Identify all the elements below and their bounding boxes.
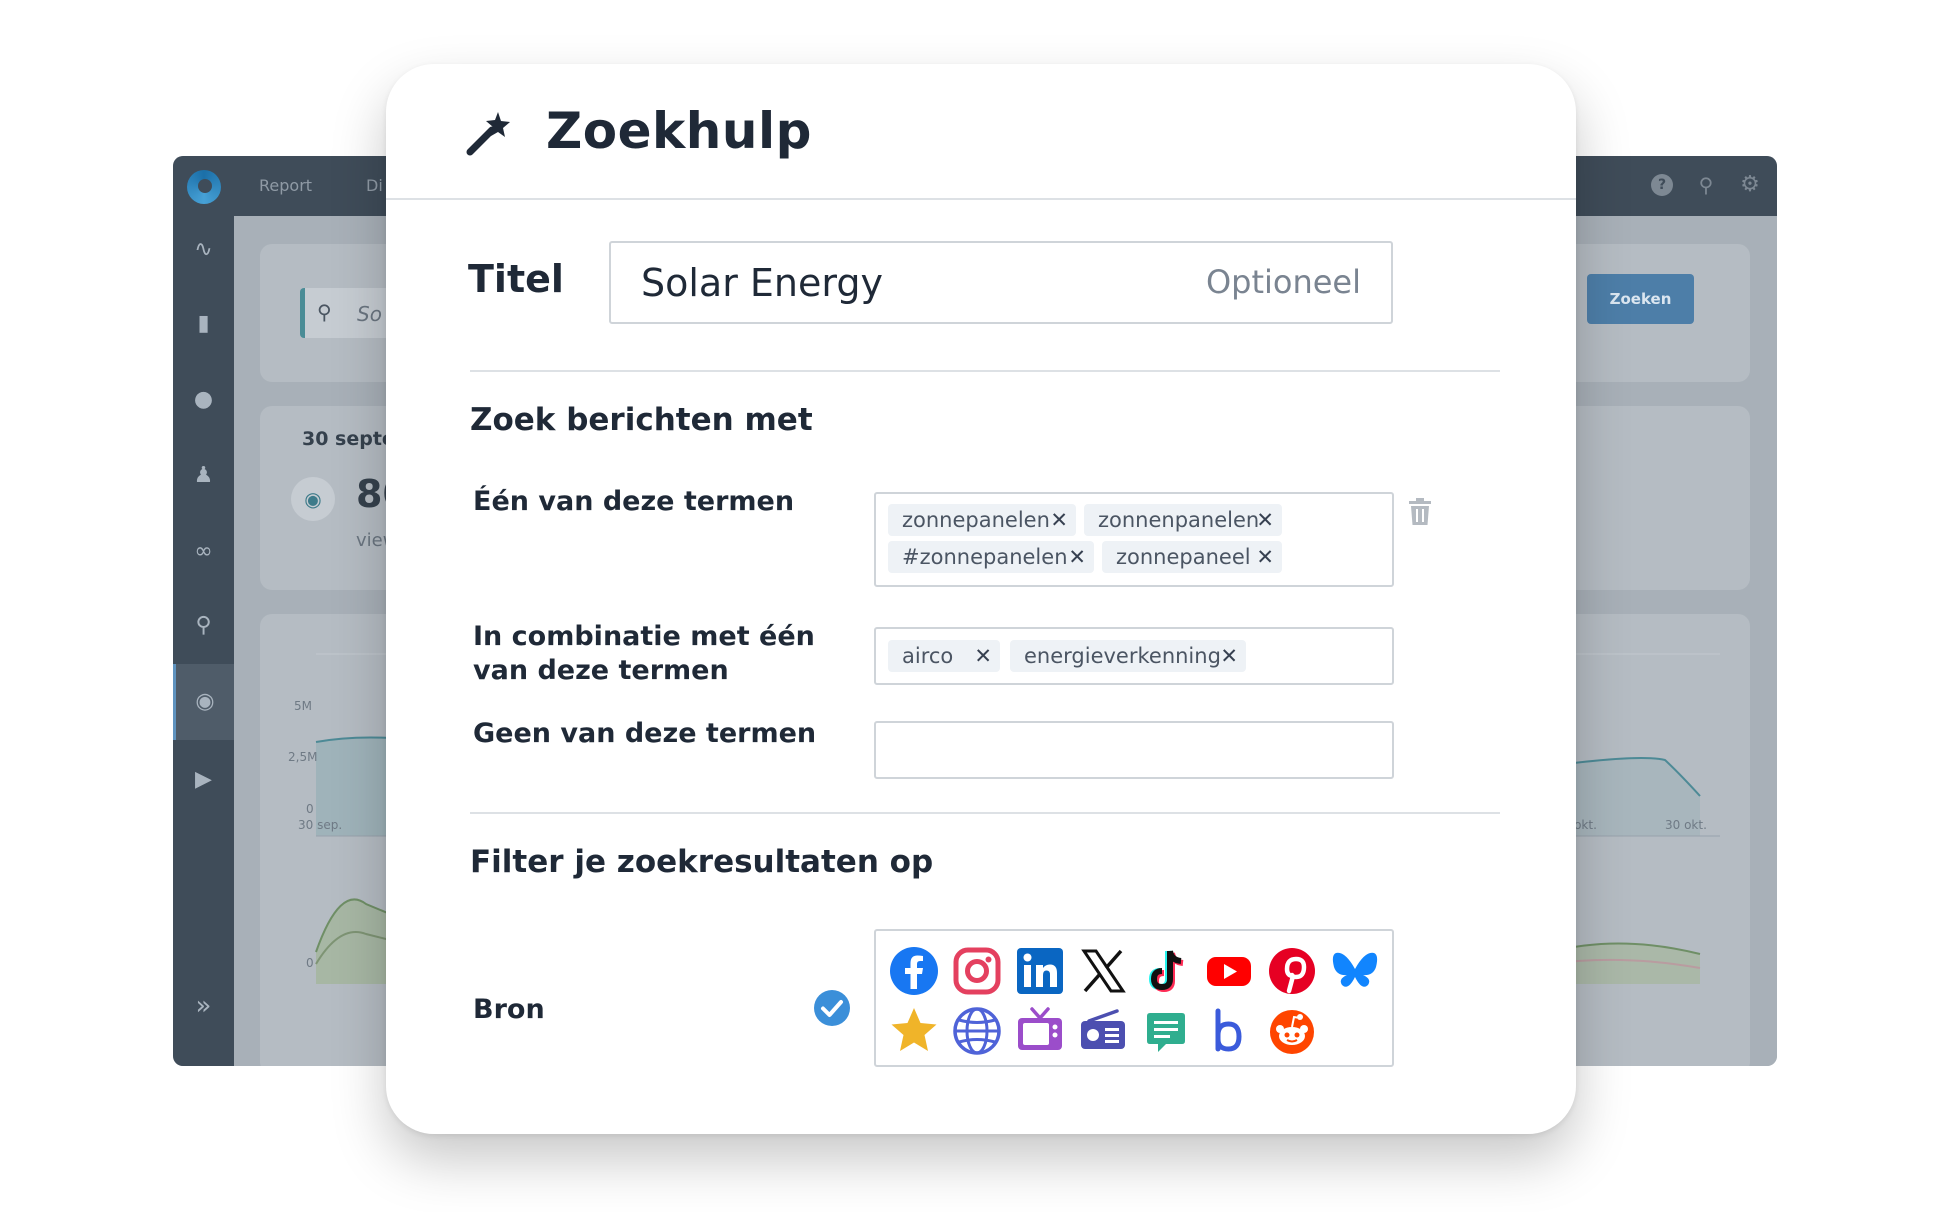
remove-tag-icon[interactable]: ✕ bbox=[1256, 504, 1274, 536]
source-selector bbox=[874, 929, 1394, 1067]
x-icon[interactable] bbox=[1077, 945, 1129, 997]
term-tag-label: zonnepanelen bbox=[902, 508, 1050, 532]
location-icon[interactable]: ⚲ bbox=[173, 606, 234, 646]
x-tick: 30 sep. bbox=[298, 818, 343, 832]
term-tag: airco ✕ bbox=[888, 640, 1000, 672]
help-icon[interactable]: ? bbox=[1651, 174, 1673, 196]
term-tag-label: zonnenpanelen bbox=[1098, 508, 1260, 532]
titel-label: Titel bbox=[468, 257, 564, 301]
star-icon[interactable] bbox=[888, 1005, 940, 1057]
remove-tag-icon[interactable]: ✕ bbox=[974, 640, 992, 672]
remove-tag-icon[interactable]: ✕ bbox=[1068, 541, 1086, 573]
stage: Report Di ? ⚲ ⚙ ∿ ▮ ● ♟ ∞ ⚲ ◉ ▶ » ⚲ So 5… bbox=[0, 0, 1934, 1212]
circle-icon[interactable]: ● bbox=[173, 380, 234, 420]
none-terms-label: Geen van deze termen bbox=[473, 718, 817, 749]
titel-value: Solar Energy bbox=[641, 261, 883, 305]
nav-second[interactable]: Di bbox=[366, 176, 383, 195]
any-terms-label: Één van deze termen bbox=[473, 486, 795, 517]
dashboard-search-button[interactable]: Zoeken bbox=[1587, 274, 1694, 324]
instagram-icon[interactable] bbox=[951, 945, 1003, 997]
dialog-title: Zoekhulp bbox=[546, 102, 812, 160]
app-logo bbox=[187, 170, 221, 204]
link-icon[interactable]: ∞ bbox=[173, 532, 234, 572]
dialog-header: Zoekhulp bbox=[386, 64, 1576, 200]
reddit-icon[interactable] bbox=[1266, 1005, 1318, 1057]
y-tick: 0 bbox=[306, 956, 314, 970]
term-tag: energieverkenning ✕ bbox=[1010, 640, 1246, 672]
term-tag: zonnepanelen ✕ bbox=[888, 504, 1076, 536]
facebook-icon[interactable] bbox=[888, 945, 940, 997]
bell-icon[interactable]: ⚲ bbox=[1695, 174, 1717, 196]
search-icon: ⚲ bbox=[317, 300, 332, 324]
check-circle-icon[interactable] bbox=[813, 989, 851, 1027]
term-tag-label: zonnepaneel bbox=[1116, 545, 1251, 569]
divider bbox=[470, 370, 1500, 372]
combined-terms-input[interactable]: airco ✕ energieverkenning ✕ bbox=[874, 627, 1394, 685]
forum-icon[interactable] bbox=[1140, 1005, 1192, 1057]
stats-date: 30 septe bbox=[302, 428, 395, 450]
section-search-title: Zoek berichten met bbox=[470, 402, 813, 438]
remove-tag-icon[interactable]: ✕ bbox=[1256, 541, 1274, 573]
y-tick: 5M bbox=[294, 699, 312, 713]
user-icon[interactable]: ♟ bbox=[173, 456, 234, 496]
titel-optional-hint: Optioneel bbox=[1205, 263, 1361, 301]
magic-wand-icon bbox=[466, 112, 510, 156]
term-tag: zonnepaneel ✕ bbox=[1102, 541, 1282, 573]
gear-icon[interactable]: ⚙ bbox=[1739, 174, 1761, 196]
any-terms-input[interactable]: zonnepanelen ✕ zonnenpanelen ✕ #zonnepan… bbox=[874, 492, 1394, 587]
term-tag: zonnenpanelen ✕ bbox=[1084, 504, 1282, 536]
section-filter-title: Filter je zoekresultaten op bbox=[470, 844, 934, 880]
trash-icon[interactable] bbox=[1408, 498, 1432, 526]
eye-icon[interactable]: ◉ bbox=[173, 664, 234, 740]
y-tick: 0 bbox=[306, 802, 314, 816]
term-tag-label: #zonnepanelen bbox=[902, 545, 1068, 569]
x-tick: 30 okt. bbox=[1665, 818, 1707, 832]
radio-icon[interactable] bbox=[1077, 1005, 1129, 1057]
term-tag-label: energieverkenning bbox=[1024, 644, 1221, 668]
search-helper-dialog: Zoekhulp Titel Solar Energy Optioneel Zo… bbox=[386, 64, 1576, 1134]
y-tick: 2,5M bbox=[288, 750, 318, 764]
web-icon[interactable] bbox=[951, 1005, 1003, 1057]
titel-input[interactable]: Solar Energy Optioneel bbox=[609, 241, 1393, 324]
youtube-icon[interactable] bbox=[1203, 945, 1255, 997]
remove-tag-icon[interactable]: ✕ bbox=[1220, 640, 1238, 672]
play-icon[interactable]: ▶ bbox=[173, 760, 234, 800]
expand-icon[interactable]: » bbox=[173, 986, 234, 1026]
tv-icon[interactable] bbox=[1014, 1005, 1066, 1057]
bluesky-icon[interactable] bbox=[1329, 945, 1381, 997]
activity-icon[interactable]: ∿ bbox=[173, 230, 234, 270]
views-eye-icon: ◉ bbox=[291, 477, 335, 521]
term-tag-label: airco bbox=[902, 644, 954, 668]
linkedin-icon[interactable] bbox=[1014, 945, 1066, 997]
combined-terms-label: In combinatie met één van deze termen bbox=[473, 621, 815, 686]
dashboard-sidebar: ∿ ▮ ● ♟ ∞ ⚲ ◉ ▶ » bbox=[173, 216, 234, 1066]
none-terms-input[interactable] bbox=[874, 721, 1394, 779]
source-label: Bron bbox=[473, 994, 545, 1025]
nav-report[interactable]: Report bbox=[259, 176, 312, 195]
bar-chart-icon[interactable]: ▮ bbox=[173, 304, 234, 344]
divider bbox=[470, 812, 1500, 814]
dashboard-search-text: So bbox=[357, 302, 382, 326]
tiktok-icon[interactable] bbox=[1140, 945, 1192, 997]
remove-tag-icon[interactable]: ✕ bbox=[1050, 504, 1068, 536]
pinterest-icon[interactable] bbox=[1266, 945, 1318, 997]
term-tag: #zonnepanelen ✕ bbox=[888, 541, 1094, 573]
b-icon[interactable] bbox=[1203, 1005, 1255, 1057]
